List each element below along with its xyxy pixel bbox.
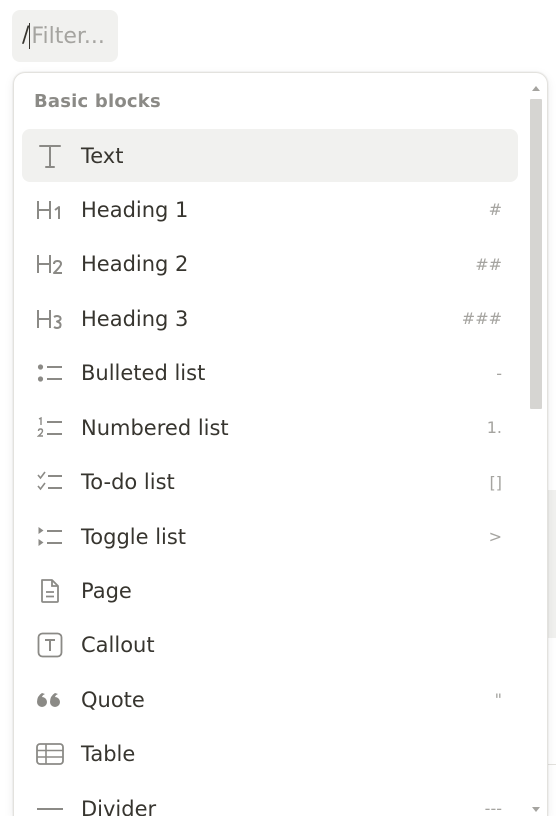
menu-item-callout[interactable]: Callout [22,619,518,672]
menu-item-heading-1[interactable]: Heading 1 # [22,183,518,236]
menu-item-heading-2[interactable]: Heading 2 ## [22,238,518,291]
menu-item-text[interactable]: Text [22,129,518,182]
menu-item-bulleted-list[interactable]: Bulleted list - [22,347,518,400]
callout-icon [36,631,64,659]
menu-item-label: Toggle list [81,524,187,549]
scroll-down-arrow-icon[interactable] [529,803,543,816]
page-icon [36,577,64,605]
menu-item-label: Table [81,742,136,767]
section-title-basic-blocks: Basic blocks [34,91,161,112]
menu-item-label: Callout [81,633,155,658]
menu-item-page[interactable]: Page [22,565,518,618]
menu-item-label: Heading 1 [81,197,189,222]
heading-1-icon [36,196,64,224]
scroll-up-arrow-icon[interactable] [529,81,543,95]
heading-2-icon [36,250,64,278]
menu-item-label: Text [81,143,124,168]
menu-item-label: Quote [81,687,145,712]
block-menu: Basic blocks Text Heading 1 # Heading 2 … [13,72,548,816]
menu-item-heading-3[interactable]: Heading 3 ### [22,292,518,345]
menu-item-shortcut: 1. [486,418,502,438]
menu-item-shortcut: " [494,690,502,710]
numbered-list-icon [36,414,64,442]
toggle-list-icon [36,523,64,551]
menu-item-numbered-list[interactable]: Numbered list 1. [22,401,518,454]
menu-item-label: Bulleted list [81,361,206,386]
filter-box[interactable]: / [12,10,118,62]
quote-icon [36,686,64,714]
filter-slash-prefix: / [22,23,30,48]
menu-item-table[interactable]: Table [22,728,518,781]
page: / Basic blocks Text Heading 1 # [0,0,556,816]
menu-item-shortcut: - [496,363,502,383]
menu-item-label: Numbered list [81,415,229,440]
menu-item-quote[interactable]: Quote " [22,673,518,726]
menu-item-label: Divider [81,796,157,816]
menu-scrollbar[interactable] [527,79,545,816]
menu-item-label: Page [81,579,132,603]
menu-item-divider[interactable]: Divider --- [22,782,518,816]
todo-list-icon [36,468,64,496]
menu-item-label: To-do list [81,470,175,495]
menu-item-shortcut: > [488,527,502,547]
scrollbar-thumb[interactable] [530,99,542,409]
menu-item-shortcut: # [488,200,502,220]
menu-item-todo-list[interactable]: To-do list [] [22,456,518,509]
menu-item-shortcut: --- [484,799,502,816]
menu-item-toggle-list[interactable]: Toggle list > [22,510,518,563]
menu-item-label: Heading 3 [81,306,189,331]
heading-3-icon [36,305,64,333]
block-list: Text Heading 1 # Heading 2 ## Heading 3 … [22,129,518,816]
text-caret [29,23,31,49]
menu-item-label: Heading 2 [81,252,189,277]
text-icon [36,142,64,170]
divider-icon [36,795,64,816]
menu-item-shortcut: ### [461,309,502,329]
menu-item-shortcut: ## [475,254,502,274]
menu-item-shortcut: [] [489,472,502,492]
filter-input[interactable] [31,23,112,49]
table-icon [36,740,64,768]
background-panel [548,490,556,638]
background-divider [548,764,556,765]
bulleted-list-icon [36,359,64,387]
